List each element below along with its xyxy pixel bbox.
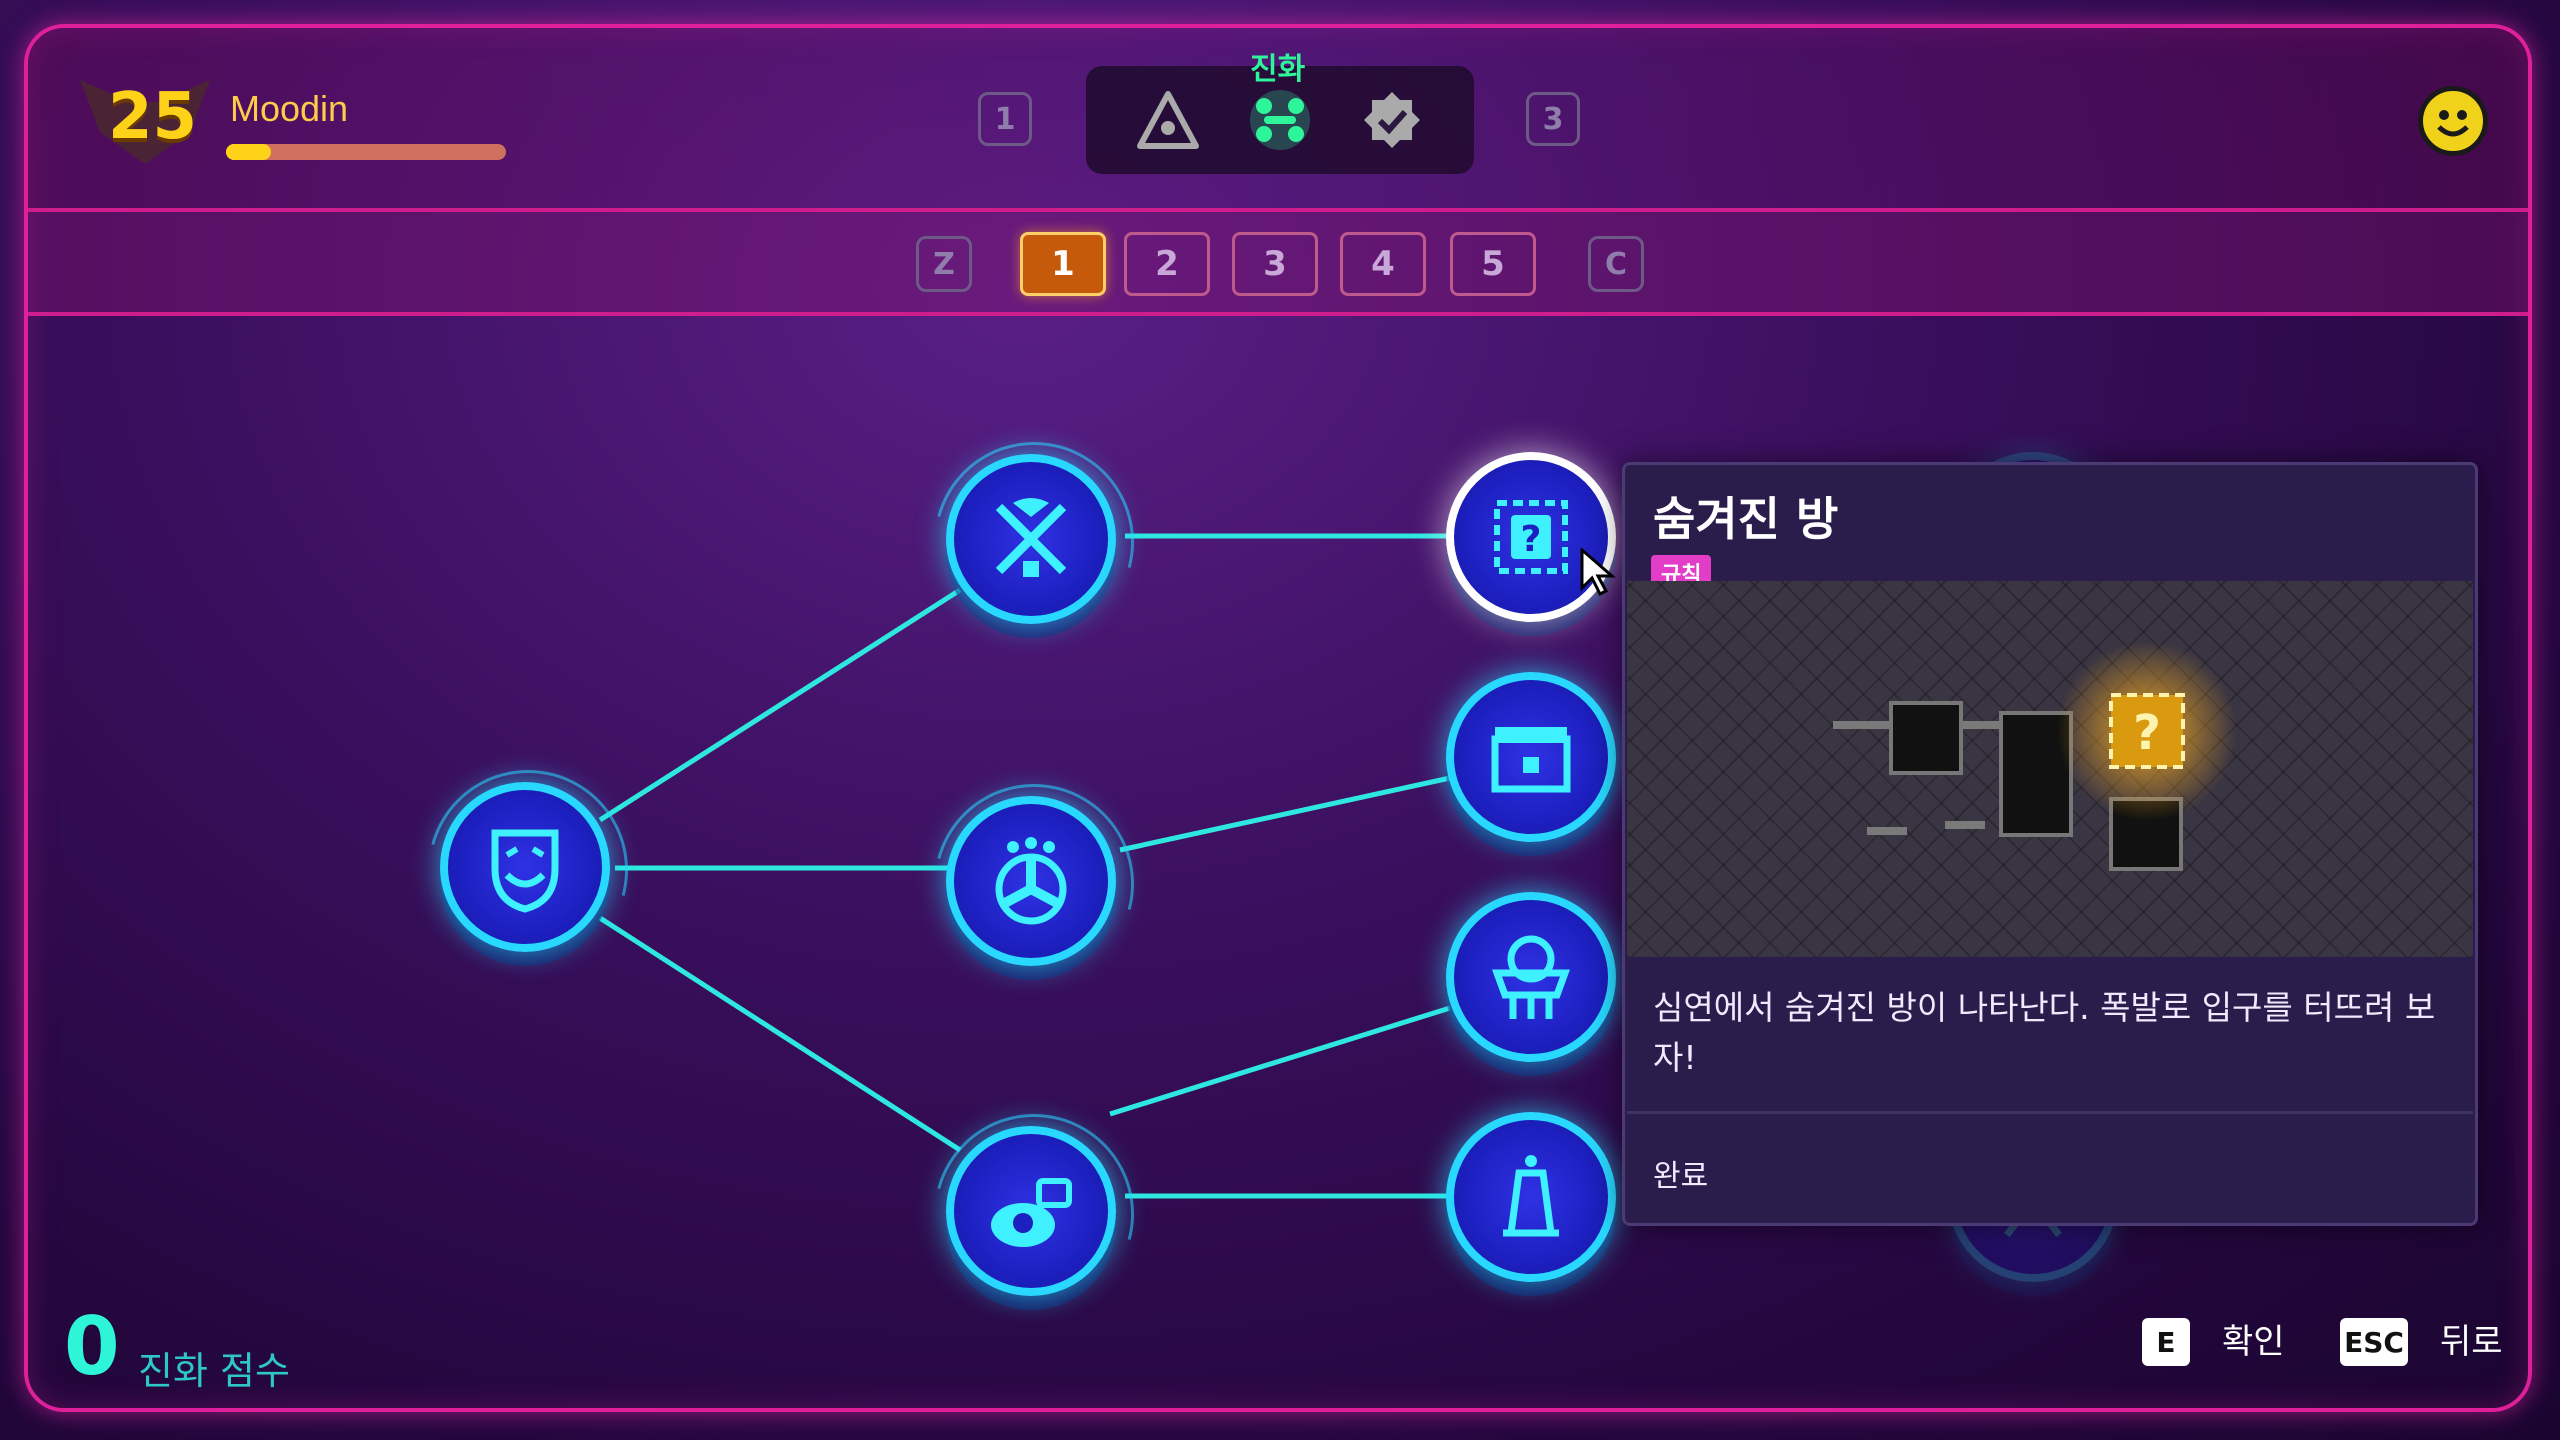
confirm-key[interactable]: E — [2142, 1318, 2190, 1366]
confirm-label: 확인 — [2222, 1322, 2285, 1362]
tooltip-description: 심연에서 숨겨진 방이 나타난다. 폭발로 입구를 터뜨려 보자! — [1653, 988, 2436, 1077]
room-map-preview-icon: ? — [1833, 641, 2237, 871]
tree-node-b2[interactable] — [1446, 672, 1616, 842]
mouse-cursor-icon — [1580, 548, 1617, 596]
tree-node-a2[interactable] — [946, 796, 1116, 966]
evolution-score-value: 0 — [64, 1300, 120, 1393]
tooltip-divider — [1627, 1111, 2473, 1114]
evolution-score-label: 진화 점수 — [138, 1349, 290, 1393]
svg-text:?: ? — [2133, 705, 2161, 761]
back-label: 뒤로 — [2440, 1322, 2503, 1362]
tree-node-a1[interactable] — [946, 454, 1116, 624]
back-key[interactable]: ESC — [2340, 1318, 2408, 1366]
svg-text:?: ? — [1521, 519, 1542, 560]
chest-icon — [1491, 727, 1571, 793]
tooltip-title: 숨겨진 방 — [1653, 492, 1839, 546]
tower-icon — [1503, 1155, 1559, 1237]
orb-icon — [995, 837, 1067, 925]
tree-node-a3[interactable] — [946, 1126, 1116, 1296]
tooltip-preview: ? — [1627, 581, 2473, 957]
node-tooltip: 숨겨진 방 규칙 ? 심연에서 숨겨진 방이 나타난다. 폭발로 입구를 터뜨려… — [1622, 462, 2478, 1226]
gem-pile-icon — [991, 1178, 1072, 1247]
tree-node-root[interactable] — [440, 782, 610, 952]
tree-node-b4[interactable] — [1446, 1112, 1616, 1282]
tooltip-status: 완료 — [1653, 1159, 1709, 1194]
tree-node-b3[interactable] — [1446, 892, 1616, 1062]
mystery-box-icon: ? — [1494, 500, 1568, 574]
crossed-swords-icon — [995, 498, 1067, 577]
tree-node-b1[interactable]: ? — [1446, 452, 1616, 622]
basket-icon — [1492, 935, 1570, 1019]
smiling-mask-icon — [491, 829, 559, 913]
